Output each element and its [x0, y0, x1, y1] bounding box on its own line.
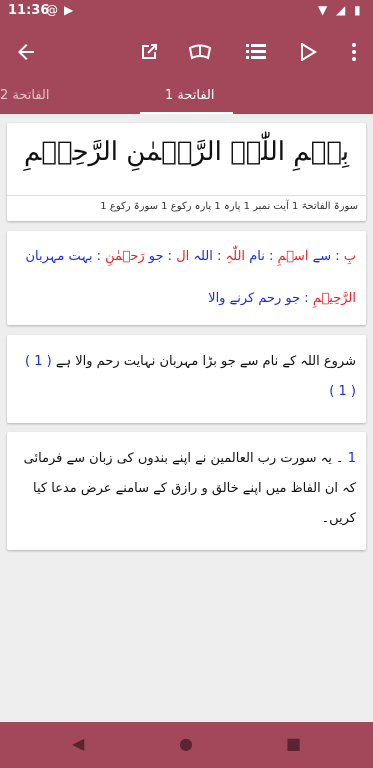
- play-button[interactable]: [292, 36, 324, 68]
- more-vertical-icon: [352, 43, 356, 61]
- play-store-icon: ▶: [64, 3, 74, 17]
- tafsir-card[interactable]: 1 ۔ یہ سورت رب العالمین نے اپنے بندوں کی…: [7, 432, 366, 550]
- word-meaning: : بہت مہربان: [25, 249, 101, 264]
- quran-book-icon: [188, 44, 212, 60]
- translation-text: شروع اللہ کے نام سے جو بڑا مہربان نہایت …: [17, 347, 356, 407]
- battery-icon: ▮: [354, 3, 361, 17]
- word-meaning: : سے: [312, 249, 340, 264]
- quran-button[interactable]: [184, 36, 216, 68]
- word-arabic: ال: [176, 249, 190, 264]
- surah-tabs: الفاتحة 1 الفاتحة 2: [0, 80, 373, 114]
- arrow-back-icon: [18, 44, 34, 60]
- system-nav-bar: ◀ ● ■: [0, 722, 373, 768]
- tafsir-text: 1 ۔ یہ سورت رب العالمین نے اپنے بندوں کی…: [17, 444, 356, 534]
- tafsir-number: 1: [347, 451, 356, 466]
- word-by-word-line-1: بِ : سے اسۡمِ : نام اللّٰہِ : اللہ ال : …: [17, 241, 356, 273]
- word-by-word-line-2: الرَّحِیۡمِ : جو رحم کرنے والا: [17, 283, 356, 315]
- translation-body: شروع اللہ کے نام سے جو بڑا مہربان نہایت …: [55, 354, 356, 369]
- word-meaning: : نام: [249, 249, 274, 264]
- nav-back-icon[interactable]: ◀: [72, 734, 84, 753]
- word-arabic: اللّٰہِ: [225, 249, 246, 264]
- status-bar: 11:36 @ ▶ ▼ ◢ ▮: [0, 0, 373, 24]
- signal-icon: ◢: [336, 3, 346, 17]
- word-by-word-card[interactable]: بِ : سے اسۡمِ : نام اللّٰہِ : اللہ ال : …: [7, 231, 366, 325]
- list-icon: [246, 44, 266, 59]
- list-button[interactable]: [240, 36, 272, 68]
- word-arabic: الرَّحِیۡمِ: [312, 291, 356, 306]
- word-arabic: رَحۡمٰنِ: [105, 249, 145, 264]
- verse-arabic-text: بِسۡمِ اللّٰہِ الرَّحۡمٰنِ الرَّحِیۡمِ: [23, 137, 350, 167]
- tafsir-body: ۔ یہ سورت رب العالمین نے اپنے بندوں کی ز…: [23, 451, 356, 526]
- footnote-ref[interactable]: ( 1 ): [329, 384, 356, 399]
- tab-fatiha-1[interactable]: الفاتحة 1: [165, 88, 215, 103]
- word-meaning: : جو: [148, 249, 173, 264]
- nav-recents-icon[interactable]: ■: [286, 734, 301, 753]
- open-external-button[interactable]: [133, 36, 165, 68]
- back-button[interactable]: [10, 36, 42, 68]
- wifi-icon: ▼: [318, 3, 328, 17]
- tab-indicator: [140, 112, 233, 114]
- nav-home-icon[interactable]: ●: [179, 734, 193, 753]
- footnote-ref[interactable]: ( 1 ): [25, 354, 52, 369]
- play-icon: [301, 43, 317, 61]
- verse-divider: [7, 195, 366, 196]
- word-arabic: اسۡمِ: [277, 249, 309, 264]
- status-time: 11:36: [8, 3, 50, 18]
- tab-fatiha-2[interactable]: الفاتحة 2: [0, 88, 50, 103]
- at-sign-icon: @: [46, 3, 58, 17]
- open-external-icon: [142, 44, 157, 59]
- verse-card[interactable]: بِسۡمِ اللّٰہِ الرَّحۡمٰنِ الرَّحِیۡمِ س…: [7, 123, 366, 221]
- verse-meta-info: سورۃ الفاتحۃ 1 آیت نمبر 1 پارہ 1 پارہ رک…: [100, 201, 358, 212]
- word-meaning: : اللہ: [193, 249, 222, 264]
- more-options-button[interactable]: [338, 36, 370, 68]
- word-meaning: : جو رحم کرنے والا: [208, 291, 309, 306]
- translation-card[interactable]: شروع اللہ کے نام سے جو بڑا مہربان نہایت …: [7, 335, 366, 423]
- app-bar: [0, 24, 373, 80]
- word-arabic: بِ: [343, 249, 356, 264]
